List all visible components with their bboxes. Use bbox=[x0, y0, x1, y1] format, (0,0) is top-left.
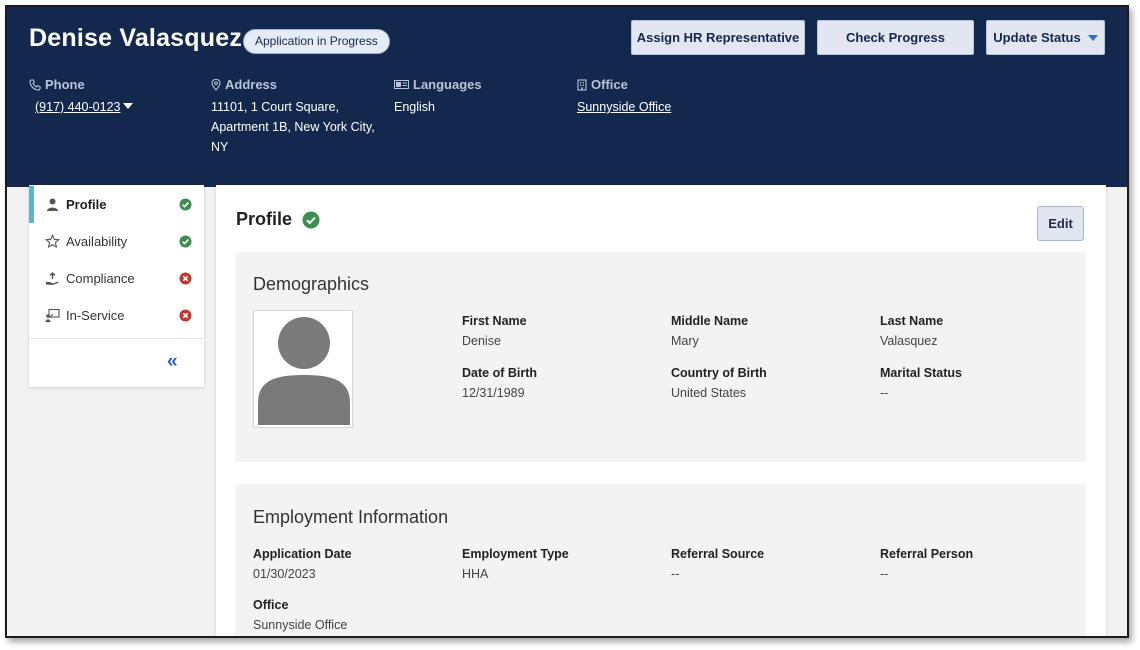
employment-office-label: Office bbox=[253, 598, 289, 612]
person-icon bbox=[47, 198, 58, 211]
check-progress-button[interactable]: Check Progress bbox=[817, 20, 974, 55]
phone-label: Phone bbox=[29, 77, 85, 92]
phone-number-link[interactable]: (917) 440-0123 bbox=[35, 100, 120, 114]
sidebar-item-label: Availability bbox=[66, 234, 128, 249]
dob-label: Date of Birth bbox=[462, 366, 537, 380]
first-name-label: First Name bbox=[462, 314, 527, 328]
app-window: Denise Valasquez Application in Progress… bbox=[5, 5, 1129, 638]
chevron-down-icon bbox=[1087, 34, 1098, 41]
profile-header: Denise Valasquez Application in Progress… bbox=[7, 7, 1127, 187]
country-of-birth-label: Country of Birth bbox=[671, 366, 767, 380]
star-icon bbox=[45, 234, 60, 249]
collapse-sidebar-icon[interactable]: « bbox=[167, 352, 178, 372]
referral-source-label: Referral Source bbox=[671, 547, 765, 561]
phone-value[interactable]: (917) 440-0123 bbox=[35, 97, 134, 117]
middle-name-label: Middle Name bbox=[671, 314, 749, 328]
last-name-label: Last Name bbox=[880, 314, 944, 328]
phone-icon bbox=[29, 78, 41, 91]
application-date-value: 01/30/2023 bbox=[253, 567, 316, 581]
sidebar-item-compliance[interactable]: Compliance bbox=[29, 260, 204, 297]
employment-title: Employment Information bbox=[253, 507, 449, 527]
languages-label: Languages bbox=[394, 77, 482, 92]
sidebar-item-label: Profile bbox=[66, 197, 107, 212]
middle-name-value: Mary bbox=[671, 334, 699, 348]
office-link[interactable]: Sunnyside Office bbox=[577, 97, 671, 117]
office-label: Office bbox=[577, 77, 628, 92]
edit-button[interactable]: Edit bbox=[1037, 206, 1084, 241]
marital-status-value: -- bbox=[880, 386, 889, 400]
assign-hr-button[interactable]: Assign HR Representative bbox=[631, 20, 805, 55]
address-line-3: NY bbox=[211, 140, 229, 154]
page-title-text: Profile bbox=[236, 209, 293, 229]
phone-label-text: Phone bbox=[45, 77, 85, 92]
last-name-value: Valasquez bbox=[880, 334, 938, 348]
address-label-text: Address bbox=[225, 77, 278, 92]
avatar bbox=[253, 310, 353, 428]
building-icon bbox=[577, 78, 587, 91]
hand-icon bbox=[46, 272, 59, 285]
training-icon bbox=[45, 308, 60, 322]
sidebar-item-availability[interactable]: Availability bbox=[29, 223, 204, 260]
avatar-placeholder-icon bbox=[258, 317, 350, 425]
demographics-title: Demographics bbox=[253, 274, 370, 294]
applicant-name: Denise Valasquez bbox=[29, 24, 243, 52]
first-name-value: Denise bbox=[462, 334, 501, 348]
country-of-birth-value: United States bbox=[671, 386, 747, 400]
employment-type-label: Employment Type bbox=[462, 547, 569, 561]
update-status-label: Update Status bbox=[993, 30, 1081, 45]
check-circle-icon bbox=[179, 235, 192, 248]
demographics-card: Demographics First Name Denise Middle Na… bbox=[235, 252, 1086, 462]
location-pin-icon bbox=[211, 78, 221, 91]
error-circle-icon bbox=[179, 272, 192, 285]
dob-value: 12/31/1989 bbox=[462, 386, 525, 400]
check-circle-icon bbox=[302, 211, 320, 228]
employment-type-value: HHA bbox=[462, 567, 489, 581]
sidebar-item-in-service[interactable]: In-Service bbox=[29, 297, 204, 334]
update-status-button[interactable]: Update Status bbox=[986, 20, 1105, 55]
referral-person-value: -- bbox=[880, 567, 889, 581]
address-line-1: 11101, 1 Court Square, bbox=[211, 100, 340, 114]
caret-down-icon[interactable] bbox=[123, 103, 134, 109]
language-icon bbox=[394, 80, 409, 89]
marital-status-label: Marital Status bbox=[880, 366, 962, 380]
profile-sidebar: Profile Availability Compliance In-Servi… bbox=[29, 185, 204, 387]
address-label: Address bbox=[211, 77, 277, 92]
address-value: 11101, 1 Court Square, Apartment 1B, New… bbox=[211, 97, 375, 157]
page-title: Profile bbox=[236, 209, 320, 230]
employment-card: Employment Information Application Date … bbox=[235, 484, 1086, 636]
error-circle-icon bbox=[179, 309, 192, 322]
languages-value: English bbox=[394, 100, 435, 114]
sidebar-divider bbox=[29, 338, 204, 339]
referral-source-value: -- bbox=[671, 567, 680, 581]
sidebar-item-profile[interactable]: Profile bbox=[29, 186, 204, 223]
employment-office-value: Sunnyside Office bbox=[253, 618, 348, 632]
status-badge: Application in Progress bbox=[243, 29, 390, 54]
check-circle-icon bbox=[179, 198, 192, 211]
sidebar-item-label: In-Service bbox=[66, 308, 125, 323]
office-label-text: Office bbox=[591, 77, 628, 92]
application-date-label: Application Date bbox=[253, 547, 352, 561]
languages-label-text: Languages bbox=[413, 77, 482, 92]
sidebar-item-label: Compliance bbox=[66, 271, 135, 286]
address-line-2: Apartment 1B, New York City, bbox=[211, 120, 375, 134]
profile-panel: Profile Edit Demographics First Name Den… bbox=[216, 185, 1106, 636]
referral-person-label: Referral Person bbox=[880, 547, 974, 561]
